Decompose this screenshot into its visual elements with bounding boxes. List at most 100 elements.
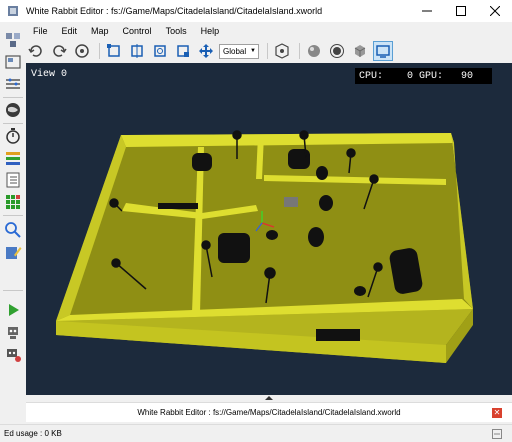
window-title: White Rabbit Editor : fs://Game/Maps/Cit… [26, 6, 323, 16]
menu-tools[interactable]: Tools [159, 22, 194, 40]
properties-icon [6, 78, 20, 89]
menu-control[interactable]: Control [116, 22, 159, 40]
grid-icon [6, 195, 20, 209]
status-bar: Ed usage : 0 KB [0, 424, 512, 442]
redo-icon [53, 45, 67, 57]
select-icon [107, 44, 120, 57]
assets-icon [5, 55, 21, 69]
undo-button[interactable] [26, 41, 46, 61]
play-button[interactable] [3, 300, 23, 320]
stopwatch-button[interactable] [3, 126, 23, 146]
move-icon [199, 44, 213, 58]
coordinate-space-select[interactable]: Global ▼ [219, 43, 259, 59]
resize-grip-icon[interactable] [492, 429, 502, 439]
minimize-icon [422, 10, 432, 12]
move-button[interactable] [196, 41, 216, 61]
toolbar-separator [99, 43, 100, 59]
maximize-button[interactable] [444, 0, 478, 22]
left-toolbar-separator [3, 97, 23, 98]
edit-button[interactable] [3, 242, 23, 262]
minimize-button[interactable] [410, 0, 444, 22]
layers-icon [6, 152, 20, 165]
robot-icon [8, 327, 18, 339]
cube-button[interactable] [350, 41, 370, 61]
menu-edit[interactable]: Edit [55, 22, 85, 40]
properties-button[interactable] [3, 74, 23, 94]
select-button[interactable] [104, 41, 124, 61]
scale-button[interactable] [173, 41, 193, 61]
layers-button[interactable] [3, 148, 23, 168]
sphere-button[interactable] [304, 41, 324, 61]
window-controls [410, 0, 512, 22]
left-toolbar-separator [3, 215, 23, 216]
robot-settings-icon [7, 349, 21, 362]
robot-settings-button[interactable] [3, 344, 23, 364]
translate-button[interactable] [127, 41, 147, 61]
object-cabinet [192, 153, 212, 171]
light-button[interactable] [327, 41, 347, 61]
object-table [218, 233, 250, 263]
scene-render[interactable] [26, 63, 512, 395]
console-panel: White Rabbit Editor : fs://Game/Maps/Cit… [26, 402, 512, 422]
rotate-button[interactable] [150, 41, 170, 61]
toolbar-separator [267, 43, 268, 59]
checklist-button[interactable] [3, 170, 23, 190]
title-bar: White Rabbit Editor : fs://Game/Maps/Cit… [0, 0, 512, 22]
viewport-3d[interactable]: View 0 CPU: 0 GPU: 90 [26, 63, 512, 395]
close-button[interactable] [478, 0, 512, 22]
left-toolbar-separator [3, 290, 23, 291]
viewport-label: View 0 [31, 69, 68, 80]
creature [308, 227, 324, 247]
main-toolbar: Global ▼ [26, 40, 512, 62]
menu-help[interactable]: Help [194, 22, 227, 40]
console-message: White Rabbit Editor : fs://Game/Maps/Cit… [137, 408, 401, 417]
objects-icon [6, 33, 20, 47]
view-icon [275, 43, 289, 59]
grid-button[interactable] [3, 192, 23, 212]
objects-button[interactable] [3, 30, 23, 50]
menu-bar: File Edit Map Control Tools Help [26, 22, 226, 40]
console-close-button[interactable]: ✕ [492, 408, 502, 418]
scale-icon [177, 45, 189, 57]
object-bench [316, 329, 360, 341]
left-toolbar [0, 22, 26, 400]
search-icon [5, 222, 21, 238]
coordinate-space-value: Global [223, 46, 247, 56]
object-bench [158, 203, 198, 209]
chevron-down-icon: ▼ [250, 47, 256, 54]
creature [319, 195, 333, 211]
checklist-icon [6, 172, 20, 188]
panel-splitter[interactable] [26, 395, 512, 402]
camera-button[interactable] [72, 41, 92, 61]
close-icon: ✕ [493, 408, 501, 417]
search-button[interactable] [3, 220, 23, 240]
rotate-icon [154, 45, 166, 57]
light-icon [330, 44, 344, 58]
toolbar-separator [299, 43, 300, 59]
view-button[interactable] [272, 41, 292, 61]
robot-button[interactable] [3, 322, 23, 342]
sphere-icon [308, 45, 320, 57]
redo-button[interactable] [49, 41, 69, 61]
play-icon [9, 304, 19, 316]
editor-window: White Rabbit Editor : fs://Game/Maps/Cit… [0, 0, 512, 442]
left-toolbar-separator [3, 123, 23, 124]
performance-counter: CPU: 0 GPU: 90 [355, 68, 492, 84]
menu-map[interactable]: Map [84, 22, 116, 40]
globe-button[interactable] [3, 100, 23, 120]
cube-icon [354, 45, 366, 57]
splitter-arrow-icon [265, 396, 273, 400]
object-cabinet [288, 149, 310, 169]
creature [316, 166, 328, 180]
undo-icon [28, 45, 42, 57]
camera-icon [75, 44, 89, 58]
viewport-icon [376, 45, 390, 58]
globe-icon [6, 103, 20, 117]
status-memory: Ed usage : 0 KB [4, 429, 62, 438]
assets-button[interactable] [3, 52, 23, 72]
translate-icon [131, 44, 143, 58]
menu-file[interactable]: File [26, 22, 55, 40]
viewport-button[interactable] [373, 41, 393, 61]
maximize-icon [456, 6, 466, 16]
stopwatch-icon [6, 128, 20, 144]
